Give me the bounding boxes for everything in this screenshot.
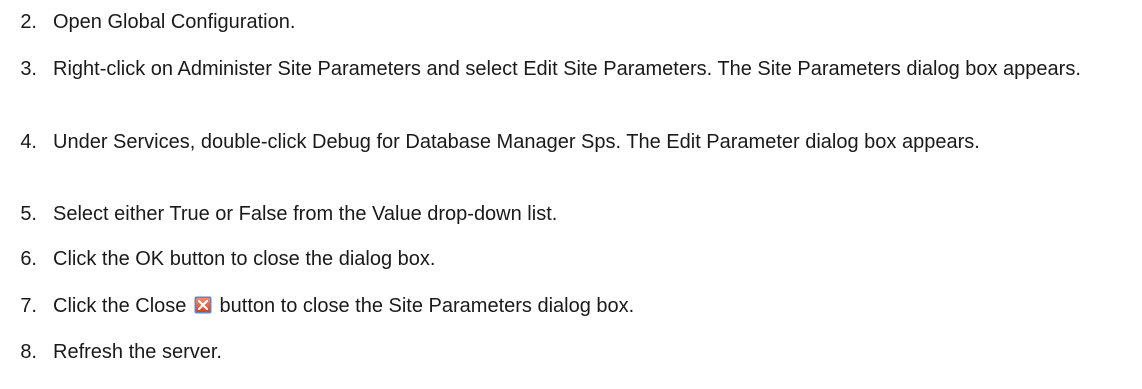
step-number: 4. [20, 131, 37, 153]
step-7: 7. Click the Close button to close the S [0, 292, 1130, 320]
step-8: 8. Refresh the server. [0, 338, 1130, 366]
step-5: 5. Select either True or False from the … [0, 200, 1130, 228]
step-text: Refresh the server. [53, 341, 222, 363]
step-number: 2. [20, 11, 37, 33]
close-icon [194, 294, 212, 314]
step-number: 6. [20, 248, 37, 270]
step-number: 8. [20, 341, 37, 363]
step-text-after-icon: button to close the Site Parameters dial… [219, 295, 635, 317]
step-text: Under Services, double-click Debug for D… [53, 131, 980, 153]
step-text: Click the OK button to close the dialog … [53, 248, 436, 270]
step-number: 7. [20, 295, 37, 317]
step-text: Click the Close button to close the Site… [53, 292, 1130, 320]
step-number: 5. [20, 203, 37, 225]
step-3: 3. Right-click on Administer Site Parame… [0, 55, 1130, 83]
step-text: Select either True or False from the Val… [53, 203, 558, 225]
step-text: Right-click on Administer Site Parameter… [53, 58, 1081, 80]
step-text: Open Global Configuration. [53, 11, 296, 33]
step-2: 2. Open Global Configuration. [0, 8, 1130, 36]
step-6: 6. Click the OK button to close the dial… [0, 245, 1130, 273]
step-text-before-icon: Click the Close [53, 295, 187, 317]
step-4: 4. Under Services, double-click Debug fo… [0, 128, 1130, 156]
step-number: 3. [20, 58, 37, 80]
